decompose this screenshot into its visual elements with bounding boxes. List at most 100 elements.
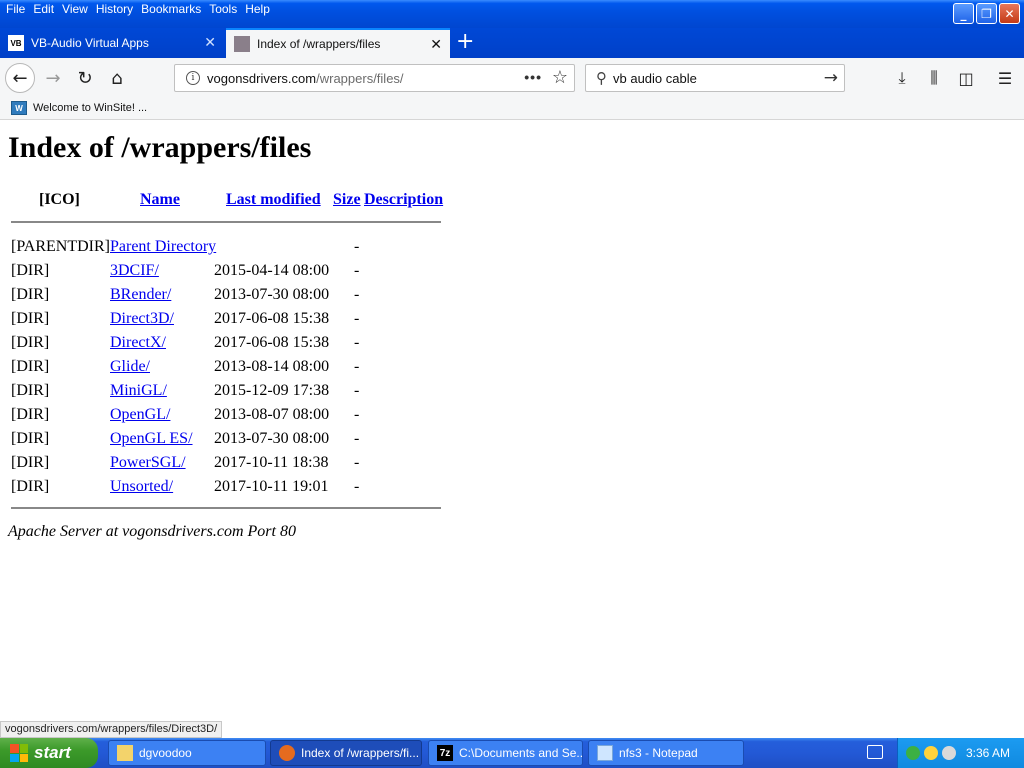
search-bar[interactable]: ⚲ → [585, 64, 845, 92]
reload-icon: ↻ [77, 67, 93, 89]
row-size: - [354, 262, 360, 279]
audio-tray-icon[interactable] [942, 746, 956, 760]
notepad-icon [597, 745, 613, 761]
bookmark-star-icon[interactable]: ☆ [552, 67, 568, 88]
row-icon-label: [DIR] [11, 334, 50, 351]
row-name-link[interactable]: Direct3D/ [110, 310, 174, 328]
start-label: start [34, 743, 71, 762]
row-size: - [354, 454, 360, 471]
table-row: [DIR] PowerSGL/ 2017-10-11 18:38 - [0, 454, 460, 478]
close-window-button[interactable]: ✕ [999, 3, 1020, 24]
table-row: [PARENTDIR] Parent Directory - [0, 238, 460, 262]
new-tab-button[interactable]: + [456, 31, 474, 53]
restore-icon: ❐ [981, 6, 992, 21]
row-name-link[interactable]: OpenGL/ [110, 406, 170, 424]
table-row: [DIR] 3DCIF/ 2015-04-14 08:00 - [0, 262, 460, 286]
header-description-link[interactable]: Description [364, 191, 443, 208]
row-name-link[interactable]: DirectX/ [110, 334, 166, 352]
site-info-icon[interactable]: i [186, 71, 200, 85]
keyboard-icon[interactable] [867, 745, 883, 759]
tab-title: Index of /wrappers/files [257, 37, 381, 51]
taskbar: start dgvoodoo Index of /wrappers/fi... … [0, 738, 1024, 768]
menu-view[interactable]: View [58, 1, 92, 17]
menu-history[interactable]: History [92, 1, 137, 17]
row-icon-label: [DIR] [11, 478, 50, 495]
row-name-link[interactable]: Parent Directory [110, 238, 216, 256]
plus-icon: + [456, 29, 475, 54]
header-icon: [ICO] [39, 191, 80, 208]
hamburger-menu-icon[interactable]: ☰ [994, 67, 1016, 89]
minimize-button[interactable]: _ [953, 3, 974, 24]
row-modified: 2013-07-30 08:00 [214, 430, 330, 447]
row-name-link[interactable]: BRender/ [110, 286, 171, 304]
row-modified: 2013-07-30 08:00 [214, 286, 330, 303]
table-row: [DIR] OpenGL ES/ 2013-07-30 08:00 - [0, 430, 460, 454]
sidebar-icon[interactable]: ◫ [955, 67, 977, 89]
url-path: /wrappers/files/ [316, 70, 404, 86]
header-name-link[interactable]: Name [140, 191, 180, 208]
row-name-link[interactable]: PowerSGL/ [110, 454, 186, 472]
forward-button[interactable]: → [38, 63, 68, 93]
windows-logo-icon [10, 744, 28, 762]
taskbar-item-dgvoodoo[interactable]: dgvoodoo [108, 740, 266, 766]
bookmark-winsite[interactable]: W Welcome to WinSite! ... [11, 101, 147, 115]
clock: 3:36 AM [965, 746, 1010, 760]
header-size-link[interactable]: Size [333, 191, 361, 208]
row-size: - [354, 358, 360, 375]
task-label: C:\Documents and Se... [459, 746, 583, 760]
search-go-icon[interactable]: → [824, 68, 838, 88]
row-name-link[interactable]: Glide/ [110, 358, 150, 376]
downloads-icon[interactable]: ⤓ [891, 67, 913, 89]
row-name-link[interactable]: MiniGL/ [110, 382, 167, 400]
tab-close-icon[interactable]: ✕ [430, 37, 442, 51]
search-icon: ⚲ [596, 69, 607, 87]
bookmarks-toolbar: W Welcome to WinSite! ... [0, 98, 1024, 120]
row-icon-label: [DIR] [11, 358, 50, 375]
row-modified: 2017-06-08 15:38 [214, 334, 330, 351]
row-modified: 2013-08-14 08:00 [214, 358, 330, 375]
task-label: dgvoodoo [139, 746, 192, 760]
row-name-link[interactable]: Unsorted/ [110, 478, 173, 496]
menu-help[interactable]: Help [241, 1, 274, 17]
navigation-toolbar: ← → ↻ ⌂ i vogonsdrivers.com/wrappers/fil… [0, 58, 1024, 98]
vogons-favicon-icon [234, 36, 250, 52]
table-row: [DIR] Direct3D/ 2017-06-08 15:38 - [0, 310, 460, 334]
speaker-tray-icon[interactable] [924, 746, 938, 760]
reload-button[interactable]: ↻ [70, 63, 100, 93]
table-row: [DIR] Glide/ 2013-08-14 08:00 - [0, 358, 460, 382]
url-bar[interactable]: i vogonsdrivers.com/wrappers/files/ ••• … [174, 64, 575, 92]
tab-close-icon[interactable]: ✕ [204, 35, 216, 49]
row-icon-label: [DIR] [11, 454, 50, 471]
menu-edit[interactable]: Edit [29, 1, 58, 17]
menu-file[interactable]: File [2, 1, 29, 17]
row-name-link[interactable]: 3DCIF/ [110, 262, 159, 280]
row-modified: 2017-10-11 19:01 [214, 478, 329, 495]
home-button[interactable]: ⌂ [102, 63, 132, 93]
url-text[interactable]: vogonsdrivers.com/wrappers/files/ [207, 71, 404, 86]
menu-bookmarks[interactable]: Bookmarks [137, 1, 205, 17]
tab-index-wrappers[interactable]: Index of /wrappers/files ✕ [226, 28, 450, 58]
tab-strip: VB VB-Audio Virtual Apps ✕ Index of /wra… [0, 28, 1024, 58]
row-icon-label: [DIR] [11, 286, 50, 303]
row-size: - [354, 238, 360, 255]
menu-tools[interactable]: Tools [205, 1, 241, 17]
row-icon-label: [DIR] [11, 406, 50, 423]
taskbar-item-notepad[interactable]: nfs3 - Notepad [588, 740, 744, 766]
7zip-icon: 7z [437, 745, 453, 761]
row-size: - [354, 382, 360, 399]
restore-button[interactable]: ❐ [976, 3, 997, 24]
row-icon-label: [DIR] [11, 382, 50, 399]
table-row: [DIR] BRender/ 2013-07-30 08:00 - [0, 286, 460, 310]
tab-vb-audio[interactable]: VB VB-Audio Virtual Apps ✕ [0, 28, 224, 58]
page-actions-icon[interactable]: ••• [524, 69, 542, 85]
back-button[interactable]: ← [5, 63, 35, 93]
taskbar-item-firefox[interactable]: Index of /wrappers/fi... [270, 740, 422, 766]
library-icon[interactable]: ⫼ [923, 67, 945, 89]
start-button[interactable]: start [0, 738, 98, 768]
taskbar-item-7zip[interactable]: 7z C:\Documents and Se... [428, 740, 583, 766]
network-tray-icon[interactable] [906, 746, 920, 760]
search-input[interactable] [613, 70, 813, 86]
url-domain: vogonsdrivers.com [207, 70, 317, 86]
row-name-link[interactable]: OpenGL ES/ [110, 430, 193, 448]
header-last-modified-link[interactable]: Last modified [226, 191, 321, 208]
